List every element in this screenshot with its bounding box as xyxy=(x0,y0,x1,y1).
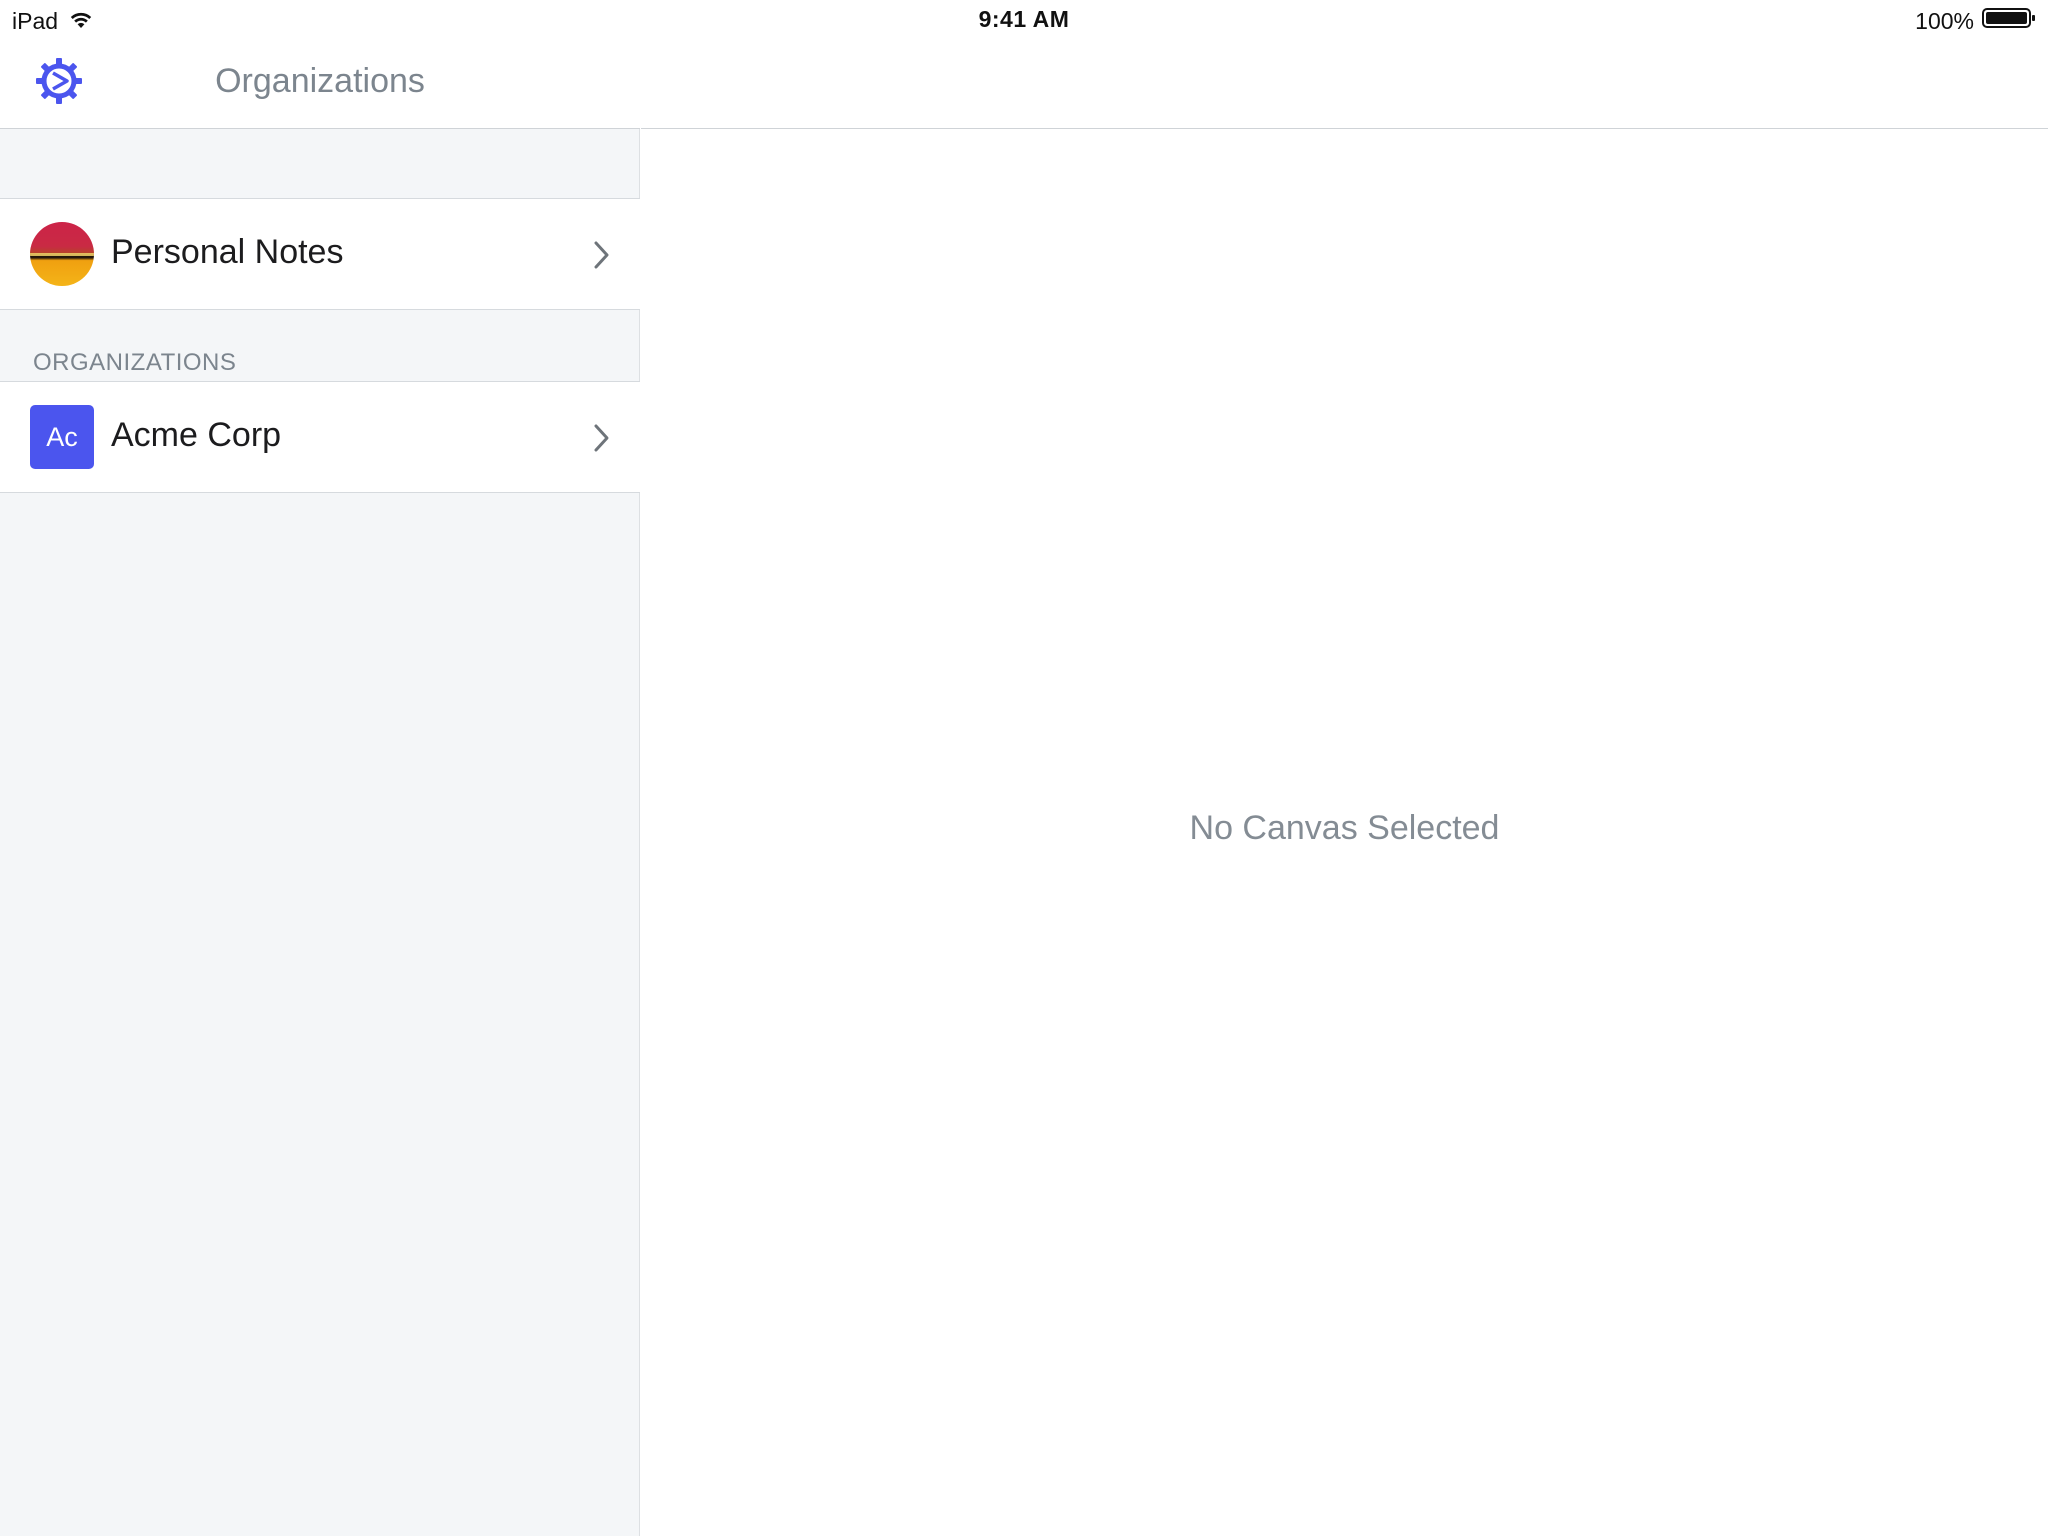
chevron-right-icon xyxy=(592,239,612,271)
detail-pane: No Canvas Selected xyxy=(641,129,2048,1536)
avatar-horizon xyxy=(30,253,94,256)
organization-label: Acme Corp xyxy=(111,416,282,454)
status-right: 100% xyxy=(1915,6,2036,36)
personal-avatar xyxy=(30,222,94,286)
org-avatar: Ac xyxy=(30,405,94,469)
master-pane: Organizations Personal Notes ORGANIZATIO… xyxy=(0,0,640,1536)
organization-row[interactable]: Ac Acme Corp xyxy=(0,381,640,493)
chevron-right-icon xyxy=(592,422,612,454)
personal-notes-label: Personal Notes xyxy=(111,233,344,271)
battery-percent: 100% xyxy=(1915,7,1974,34)
organizations-section-header: ORGANIZATIONS xyxy=(33,349,237,376)
status-bar: iPad 9:41 AM 100% xyxy=(0,0,2048,40)
empty-state-message: No Canvas Selected xyxy=(1189,809,1500,847)
master-title: Organizations xyxy=(215,62,425,100)
status-time: 9:41 AM xyxy=(978,6,1070,32)
personal-notes-row[interactable]: Personal Notes xyxy=(0,198,640,310)
battery-icon xyxy=(1982,7,2036,35)
